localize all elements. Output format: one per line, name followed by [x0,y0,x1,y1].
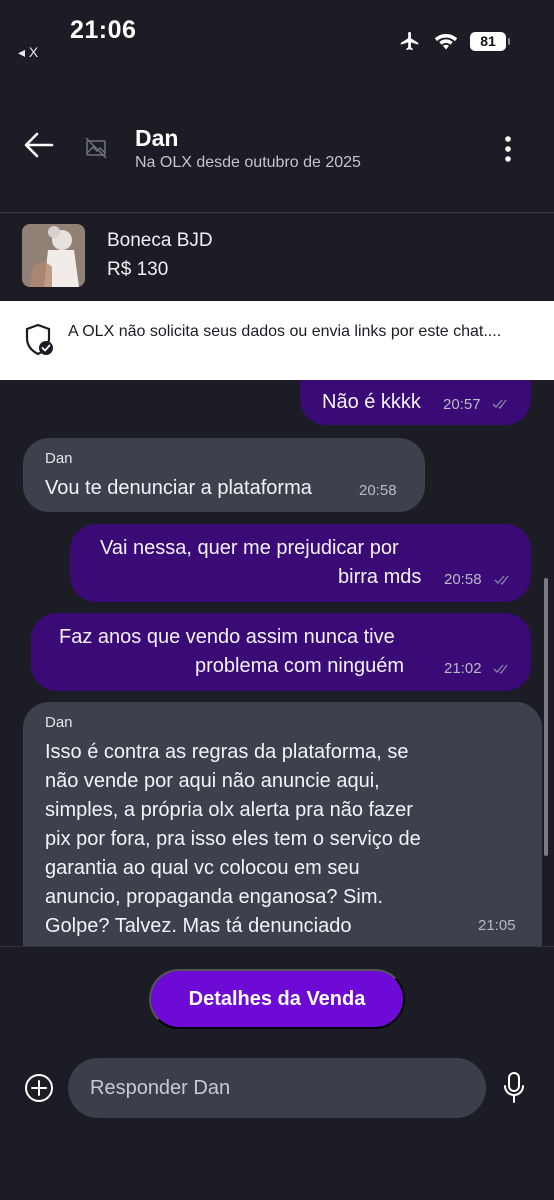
sale-details-button[interactable]: Detalhes da Venda [149,969,405,1029]
read-check-icon [492,399,507,409]
chat-scrollbar[interactable] [544,578,548,856]
status-bar: 21:06 ◂ X 81 [0,0,554,70]
message-text-line: pix por fora, pra isso eles tem o serviç… [45,828,421,850]
message-text: Vou te denunciar a plataforma [45,477,312,499]
message-time: 20:58 [444,571,482,588]
message-time: 20:58 [359,482,397,499]
message-bubble-incoming[interactable]: Dan Isso é contra as regras da plataform… [23,702,542,946]
message-sender: Dan [45,714,73,731]
message-bubble-incoming[interactable]: Dan Vou te denunciar a plataforma 20:58 [23,438,425,512]
status-time: 21:06 [70,16,137,44]
message-text-line: garantia ao qual vc colocou em seu [45,857,360,879]
safety-warning-banner[interactable]: A OLX não solicita seus dados ou envia l… [0,301,554,380]
battery-indicator: 81 [470,31,510,51]
message-text-line: não vende por aqui não anuncie aqui, [45,770,380,792]
message-bubble-outgoing[interactable]: Não é kkkk 20:57 [300,380,531,425]
read-check-icon [493,664,508,674]
message-time: 20:57 [443,396,481,413]
product-title: Boneca BJD [107,230,213,251]
message-text-line: Golpe? Talvez. Mas tá denunciado [45,915,352,937]
message-text-line: problema com ninguém [195,655,404,677]
add-attachment-icon[interactable] [24,1073,54,1103]
microphone-icon[interactable] [502,1071,526,1105]
message-time: 21:02 [444,660,482,677]
contact-member-since: Na OLX desde outubro de 2025 [135,154,361,171]
message-time: 21:05 [478,917,516,934]
product-thumbnail [22,224,85,287]
shield-check-icon [25,323,53,356]
more-options-icon[interactable] [500,134,516,164]
message-list[interactable]: Não é kkkk 20:57 Dan Vou te denunciar a … [0,380,554,946]
message-text-line: Faz anos que vendo assim nunca tive [59,626,395,648]
message-text-line: simples, a própria olx alerta pra não fa… [45,799,413,821]
message-sender: Dan [45,450,73,467]
avatar-placeholder-icon[interactable] [84,136,108,160]
safety-warning-text: A OLX não solicita seus dados ou envia l… [68,323,502,340]
product-price: R$ 130 [107,259,169,280]
header-divider [0,212,554,213]
read-check-icon [494,575,509,585]
status-icons: 81 [398,30,510,52]
back-to-app-link[interactable]: ◂ X [18,44,38,61]
wifi-icon [434,34,458,50]
airplane-icon [400,31,419,51]
message-text-line: Vai nessa, quer me prejudicar por [100,537,399,559]
message-bubble-outgoing[interactable]: Faz anos que vendo assim nunca tive prob… [31,613,531,691]
message-bubble-outgoing[interactable]: Vai nessa, quer me prejudicar por birra … [70,524,531,602]
chat-header: Dan Na OLX desde outubro de 2025 [0,70,554,212]
message-text: Não é kkkk [322,391,421,413]
back-arrow-icon[interactable] [22,128,56,162]
contact-name[interactable]: Dan [135,125,178,152]
message-text-line: birra mds [338,566,422,588]
message-text-line: anuncio, propaganda enganosa? Sim. [45,886,384,908]
reply-input[interactable] [68,1058,486,1118]
composer-divider [0,946,554,947]
message-text-line: Isso é contra as regras da plataforma, s… [45,741,409,763]
